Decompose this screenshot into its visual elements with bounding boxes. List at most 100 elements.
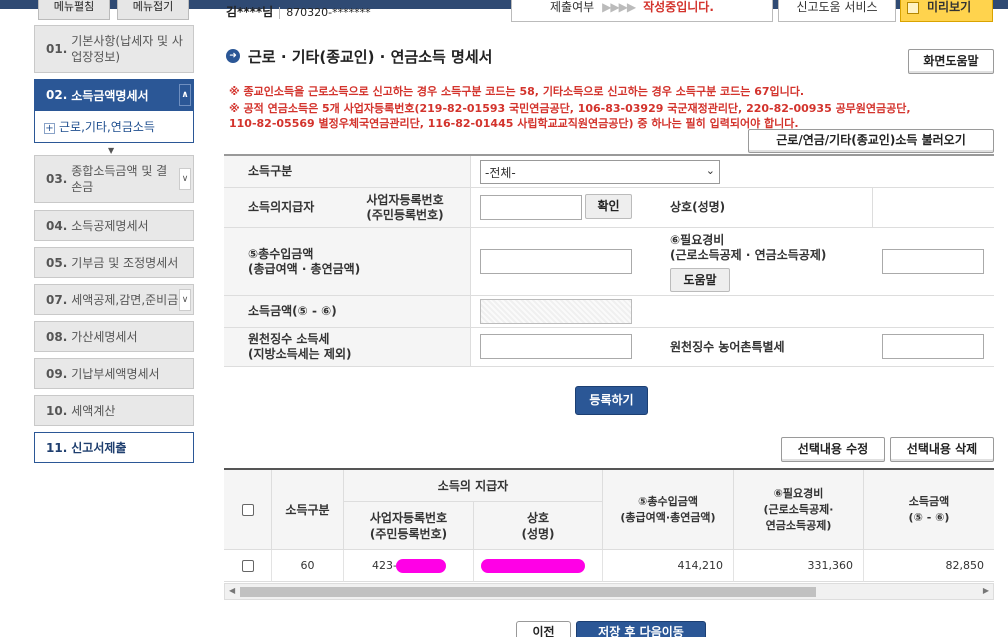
sidebar-item-tax-credits[interactable]: 07. 세액공제,감면,준비금 ∨ <box>34 284 194 315</box>
sidebar-subitem-employment-pension[interactable]: + 근로,기타,연금소득 <box>34 111 194 143</box>
plus-icon: + <box>44 123 55 134</box>
income-amount-field <box>480 299 632 324</box>
select-all-checkbox[interactable] <box>241 503 254 516</box>
total-income-label: ⑤총수입금액 (총급여액 · 총연금액) <box>224 228 470 295</box>
document-icon <box>907 2 919 14</box>
status-value: 작성중입니다. <box>643 0 714 14</box>
sidebar-item-label: 세액공제,감면,준비금 <box>71 293 179 307</box>
scrollbar-thumb[interactable] <box>240 587 816 597</box>
collapse-menu-button[interactable]: 메뉴접기 <box>117 0 189 20</box>
form-row-income-type: 소득구분 -전체- ⌄ <box>224 156 994 188</box>
page-title: 근로 · 기타(종교인) · 연금소득 명세서 <box>248 48 493 66</box>
taxpayer-info: 김****님 870320-******* <box>226 3 371 20</box>
col-biz-no-line2: (주민등록번호) <box>369 526 448 541</box>
sidebar-subitem-label: 근로,기타,연금소득 <box>59 120 155 134</box>
notice-religious-income: ※ 종교인소득을 근로소득으로 신고하는 경우 소득구분 코드는 58, 기타소… <box>229 85 805 98</box>
form-row-amounts: ⑤총수입금액 (총급여액 · 총연금액) ⑥필요경비 (근로소득공제 · 연금소… <box>224 228 994 296</box>
sidebar-item-donations[interactable]: 05. 기부금 및 조정명세서 <box>34 247 194 278</box>
expense-label-line1: ⑥필요경비 <box>670 233 725 247</box>
sidebar-item-label: 기부금 및 조정명세서 <box>71 256 179 270</box>
delete-selected-button[interactable]: 선택내용 삭제 <box>890 437 994 462</box>
divider <box>470 156 471 367</box>
taxpayer-rrn: 870320-******* <box>286 6 371 19</box>
sidebar-item-total-income[interactable]: 03. 종합소득금액 및 결손금 ∨ <box>34 155 194 203</box>
sidebar-item-label: 소득금액명세서 <box>71 88 149 103</box>
col-total-line2: (총급여액·총연금액) <box>620 510 716 524</box>
sidebar-item-num: 02. <box>46 88 68 102</box>
col-trade-name-line1: 상호 <box>526 510 550 525</box>
withholding-tax-label: 원천징수 소득세 (지방소득세는 제외) <box>224 328 470 366</box>
income-entry-form: 소득구분 -전체- ⌄ 소득의지급자 사업자등록번호 (주민등록번호) 확인 상… <box>224 154 994 367</box>
sidebar-item-prepaid-tax[interactable]: 09. 기납부세액명세서 <box>34 358 194 389</box>
expand-menu-button[interactable]: 메뉴펼침 <box>38 0 110 20</box>
cell-trade-name <box>474 550 603 582</box>
rural-tax-input[interactable] <box>882 334 984 359</box>
withholding-tax-label-line2: (지방소득세는 제외) <box>248 347 352 361</box>
col-income-line1: 소득금액 <box>908 494 950 508</box>
sidebar-item-tax-calculation[interactable]: 10. 세액계산 <box>34 395 194 426</box>
sidebar-item-income-statement[interactable]: 02. 소득금액명세서 ∧ <box>34 79 194 111</box>
scroll-right-icon[interactable]: ▶ <box>983 586 989 595</box>
down-arrow-icon: ▼ <box>108 146 115 155</box>
chevron-down-icon[interactable]: ∨ <box>179 168 191 190</box>
cell-biz-no-text: 423- <box>372 559 397 572</box>
prev-button[interactable]: 이전 <box>516 621 571 637</box>
sidebar-item-num: 10. <box>46 403 68 418</box>
col-total-income: ⑤총수입금액 (총급여액·총연금액) <box>603 470 734 550</box>
cell-income-amount: 82,850 <box>864 550 994 582</box>
sidebar-item-penalty-tax[interactable]: 08. 가산세명세서 <box>34 321 194 352</box>
col-biz-no-line1: 사업자등록번호 <box>369 510 448 525</box>
col-trade-name: 상호 (성명) <box>474 502 603 550</box>
total-income-input[interactable] <box>480 249 632 274</box>
redaction-mark <box>481 559 585 573</box>
col-income-type: 소득구분 <box>272 470 344 550</box>
register-button[interactable]: 등록하기 <box>575 386 648 415</box>
arrow-circle-icon: ➜ <box>226 49 240 63</box>
cell-expense: 331,360 <box>734 550 864 582</box>
save-next-button[interactable]: 저장 후 다음이동 <box>576 621 706 637</box>
divider <box>872 188 873 228</box>
notice-pension-line1: ※ 공적 연금소득은 5개 사업자등록번호(219-82-01593 국민연금공… <box>229 102 911 115</box>
expense-input[interactable] <box>882 249 984 274</box>
confirm-button[interactable]: 확인 <box>585 194 632 219</box>
status-arrows: ▶▶▶▶ <box>602 0 636 14</box>
sidebar-item-num: 11. <box>46 440 68 455</box>
preview-button[interactable]: 미리보기 <box>900 0 993 22</box>
taxpayer-name: 김****님 <box>226 5 274 19</box>
sidebar-item-num: 09. <box>46 366 68 381</box>
withholding-tax-label-line1: 원천징수 소득세 <box>248 332 330 346</box>
horizontal-scrollbar[interactable]: ◀ ▶ <box>224 583 994 600</box>
sidebar-item-label: 종합소득금액 및 결손금 <box>71 164 168 194</box>
sidebar-item-num: 07. <box>46 292 68 307</box>
income-table: 소득구분 소득의 지급자 사업자등록번호 (주민등록번호) 상호 (성명) ⑤총… <box>224 468 994 582</box>
cell-biz-no: 423- <box>344 550 474 582</box>
form-row-payer: 소득의지급자 사업자등록번호 (주민등록번호) 확인 상호(성명) <box>224 188 994 228</box>
help-service-button[interactable]: 신고도움 서비스 <box>778 0 896 22</box>
sidebar-item-deductions[interactable]: 04. 소득공제명세서 <box>34 210 194 241</box>
withholding-tax-input[interactable] <box>480 334 632 359</box>
row-checkbox[interactable] <box>241 559 254 572</box>
submission-status: 제출여부 ▶▶▶▶ 작성중입니다. <box>511 0 773 22</box>
sidebar-item-num: 04. <box>46 218 68 233</box>
payer-label: 소득의지급자 <box>224 188 340 227</box>
biz-no-input[interactable] <box>480 195 582 220</box>
col-total-line1: ⑤총수입금액 <box>638 494 698 508</box>
chevron-down-icon[interactable]: ∨ <box>179 288 191 311</box>
edit-selected-button[interactable]: 선택내용 수정 <box>781 437 885 462</box>
col-expense-line3: 연금소득공제) <box>765 518 832 532</box>
sidebar-item-label: 세액계산 <box>71 404 116 418</box>
help-button[interactable]: 도움말 <box>670 268 730 292</box>
chevron-up-icon[interactable]: ∧ <box>179 84 191 106</box>
load-income-button[interactable]: 근로/연금/기타(종교인)소득 불러오기 <box>748 129 994 153</box>
sidebar-item-label: 기본사항(납세자 및 사업장정보) <box>71 34 183 64</box>
cell-total-income: 414,210 <box>603 550 734 582</box>
income-type-select[interactable]: -전체- ⌄ <box>480 160 720 184</box>
col-trade-name-line2: (성명) <box>521 526 555 541</box>
sidebar-item-num: 01. <box>46 42 68 56</box>
sidebar-item-submit[interactable]: 11. 신고서제출 <box>34 432 194 463</box>
biz-no-label-line1: 사업자등록번호 <box>366 192 444 207</box>
screen-help-button[interactable]: 화면도움말 <box>908 49 994 74</box>
scroll-left-icon[interactable]: ◀ <box>229 586 235 595</box>
sidebar-item-basic-info[interactable]: 01. 기본사항(납세자 및 사업장정보) <box>34 25 194 73</box>
rural-tax-label: 원천징수 농어촌특별세 <box>648 328 872 366</box>
